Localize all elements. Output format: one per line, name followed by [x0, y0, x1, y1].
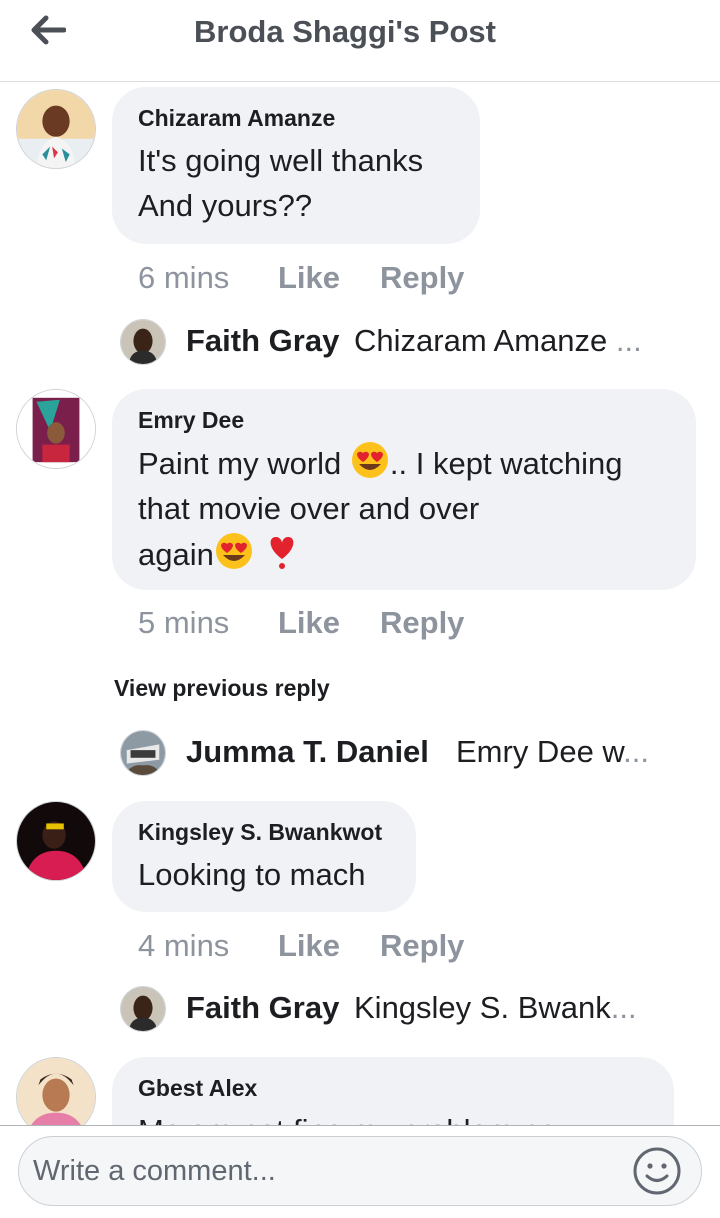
emoji-button[interactable] — [631, 1145, 683, 1197]
comment-time[interactable]: 6 mins — [138, 260, 229, 296]
comment-author[interactable]: Kingsley S. Bwankwot — [138, 819, 390, 846]
reply-author: Jumma T. Daniel — [186, 734, 429, 769]
comment-composer — [18, 1136, 702, 1206]
reply-snippet: Chizaram Amanze ... — [354, 323, 642, 359]
reply-preview[interactable]: Jumma T. Daniel Emry Dee w... — [120, 730, 690, 776]
like-button[interactable]: Like — [278, 260, 340, 296]
reply-button[interactable]: Reply — [380, 605, 464, 641]
comment-text-part: .. I kept watching — [389, 446, 623, 481]
avatar — [120, 986, 166, 1032]
comment-bubble[interactable]: Kingsley S. Bwankwot Looking to mach — [112, 801, 416, 912]
comment-text-line: It's going well thanks — [138, 143, 424, 178]
avatar[interactable] — [16, 89, 96, 169]
comment-text-line: again — [138, 531, 670, 577]
comment-text: It's going well thanks And yours?? — [138, 138, 454, 228]
avatar[interactable] — [16, 801, 96, 881]
comment-text-part: Paint my world — [138, 446, 342, 481]
avatar[interactable] — [16, 1057, 96, 1125]
like-button[interactable]: Like — [278, 928, 340, 964]
comment-time[interactable]: 5 mins — [138, 605, 229, 641]
comment-text-line: Looking to mach — [138, 857, 366, 892]
reply-preview[interactable]: Faith Gray Chizaram Amanze ... — [120, 319, 690, 365]
comment-bubble[interactable]: Emry Dee Paint my world .. I kept watchi… — [112, 389, 696, 590]
avatar — [120, 730, 166, 776]
avatar — [120, 319, 166, 365]
like-button[interactable]: Like — [278, 605, 340, 641]
heart-eyes-emoji — [215, 533, 252, 569]
comment-time[interactable]: 4 mins — [138, 928, 229, 964]
comment-text-line: And yours?? — [138, 188, 313, 223]
reply-author: Faith Gray — [186, 990, 340, 1025]
comment-text: Me am not fine my problem na — [138, 1108, 648, 1125]
comment-text-line: Me am not fine my problem na — [138, 1108, 648, 1125]
comment-bubble[interactable]: Gbest Alex Me am not fine my problem na — [112, 1057, 674, 1125]
top-bar: Broda Shaggi's Post — [0, 0, 720, 82]
comment-author[interactable]: Emry Dee — [138, 407, 670, 434]
reply-ellipsis: ... — [610, 990, 637, 1025]
reply-button[interactable]: Reply — [380, 928, 464, 964]
reply-author: Faith Gray — [186, 323, 340, 358]
avatar[interactable] — [16, 389, 96, 469]
reply-button[interactable]: Reply — [380, 260, 464, 296]
reply-preview[interactable]: Faith Gray Kingsley S. Bwank... — [120, 986, 690, 1032]
reply-snippet-text: Kingsley S. Bwank — [354, 990, 611, 1025]
comment-actions: 6 mins Like Reply — [138, 260, 538, 300]
comment-actions: 5 mins Like Reply — [138, 605, 538, 645]
comment-text-line: that movie over and over — [138, 491, 480, 526]
reply-snippet: Kingsley S. Bwank... — [354, 990, 637, 1026]
page-title: Broda Shaggi's Post — [194, 14, 496, 49]
heart-eyes-emoji — [351, 442, 388, 478]
comment-text-line: Paint my world .. I kept watching — [138, 440, 670, 486]
reply-ellipsis: ... — [623, 734, 649, 769]
comment-input[interactable] — [33, 1147, 623, 1195]
comment-text: Paint my world .. I kept watching that m… — [138, 440, 670, 577]
comment-actions: 4 mins Like Reply — [138, 928, 538, 968]
comment-bubble[interactable]: Chizaram Amanze It's going well thanks A… — [112, 87, 480, 244]
reply-snippet-text: Chizaram Amanze — [354, 323, 608, 358]
comment-text-part: again — [138, 537, 214, 572]
smiley-icon — [633, 1147, 681, 1195]
comment-composer-bar — [0, 1125, 720, 1218]
reply-ellipsis: ... — [615, 323, 642, 358]
comments-list: Chizaram Amanze It's going well thanks A… — [0, 83, 720, 1125]
comment-author[interactable]: Gbest Alex — [138, 1075, 648, 1102]
comment-author[interactable]: Chizaram Amanze — [138, 105, 454, 132]
view-previous-reply-link[interactable]: View previous reply — [114, 675, 330, 702]
reply-snippet: Emry Dee w... — [456, 734, 649, 770]
comment-text: Looking to mach — [138, 852, 390, 897]
reply-snippet-text: Emry Dee w — [456, 734, 624, 769]
red-heart-emoji — [271, 537, 294, 569]
